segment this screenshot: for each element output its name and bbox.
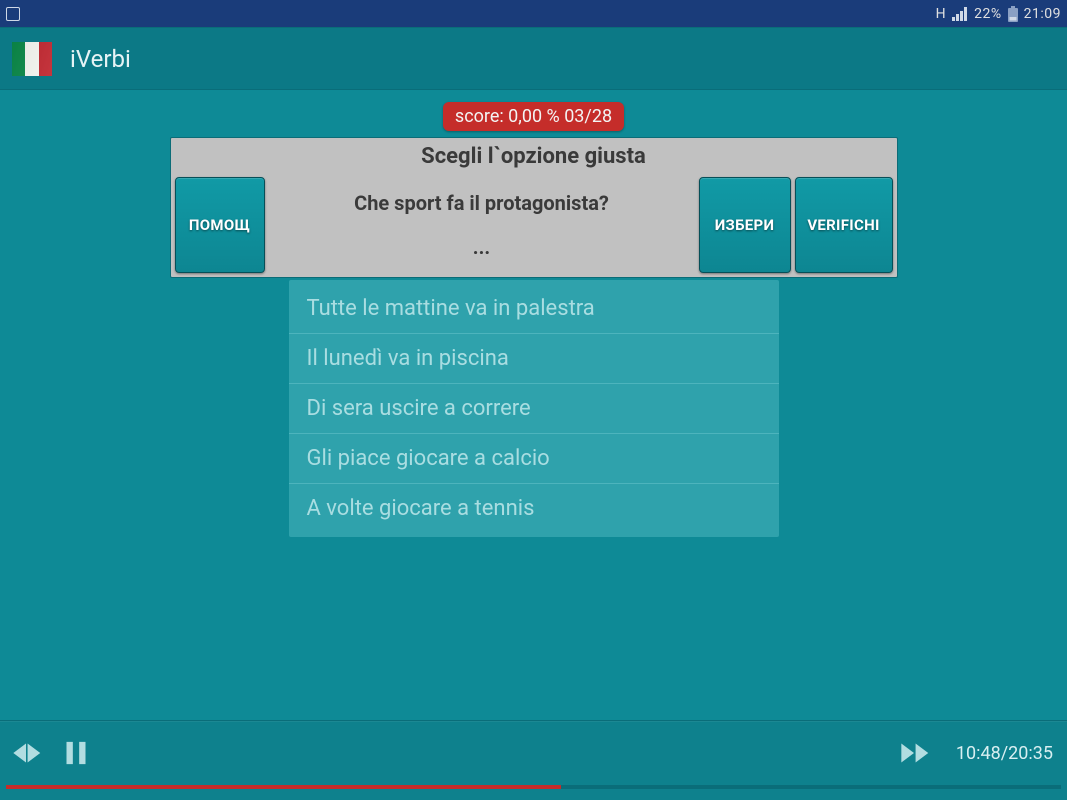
- status-right: H 22% 21:09: [936, 6, 1061, 22]
- question-placeholder: ...: [473, 235, 490, 259]
- total-time: 20:35: [1008, 743, 1053, 764]
- battery-text: 22%: [974, 6, 1002, 22]
- question-text: Che sport fa il protagonista?: [354, 191, 609, 215]
- select-button[interactable]: ИЗБЕРИ: [699, 177, 791, 273]
- verify-button[interactable]: VERIFICHI: [795, 177, 893, 273]
- option-item[interactable]: A volte giocare a tennis: [289, 484, 779, 533]
- question-card: Scegli l`opzione giusta ПОМОЩ Che sport …: [170, 137, 898, 278]
- option-item[interactable]: Tutte le mattine va in palestra: [289, 284, 779, 334]
- options-dropdown: Tutte le mattine va in palestra Il luned…: [289, 280, 779, 537]
- gallery-icon: [6, 7, 20, 21]
- rewind-button[interactable]: [6, 733, 46, 773]
- app-title: iVerbi: [70, 45, 131, 73]
- progress-bar[interactable]: [6, 785, 1061, 789]
- question-box: Che sport fa il protagonista? ...: [269, 177, 695, 273]
- option-item[interactable]: Gli piace giocare a calcio: [289, 434, 779, 484]
- signal-icon: [952, 7, 968, 21]
- elapsed-time: 10:48: [956, 743, 1001, 764]
- pause-button[interactable]: [56, 733, 96, 773]
- forward-button[interactable]: [894, 733, 934, 773]
- clock-text: 21:09: [1024, 6, 1061, 22]
- action-bar: iVerbi: [0, 27, 1067, 90]
- option-item[interactable]: Di sera uscire a correre: [289, 384, 779, 434]
- android-status-bar: H 22% 21:09: [0, 0, 1067, 27]
- option-item[interactable]: Il lunedì va in piscina: [289, 334, 779, 384]
- network-indicator: H: [936, 6, 947, 22]
- card-title: Scegli l`opzione giusta: [171, 138, 897, 173]
- italian-flag-icon: [12, 42, 52, 76]
- score-badge: score: 0,00 % 03/28: [443, 102, 624, 131]
- status-left: [6, 7, 20, 21]
- battery-icon: [1008, 6, 1018, 22]
- audio-player: 10:48/20:35: [0, 720, 1067, 800]
- score-container: score: 0,00 % 03/28: [0, 102, 1067, 131]
- progress-fill: [6, 785, 561, 789]
- help-button[interactable]: ПОМОЩ: [175, 177, 265, 273]
- player-controls: 10:48/20:35: [0, 721, 1067, 785]
- card-row: ПОМОЩ Che sport fa il protagonista? ... …: [171, 173, 897, 277]
- player-time: 10:48/20:35: [956, 743, 1053, 764]
